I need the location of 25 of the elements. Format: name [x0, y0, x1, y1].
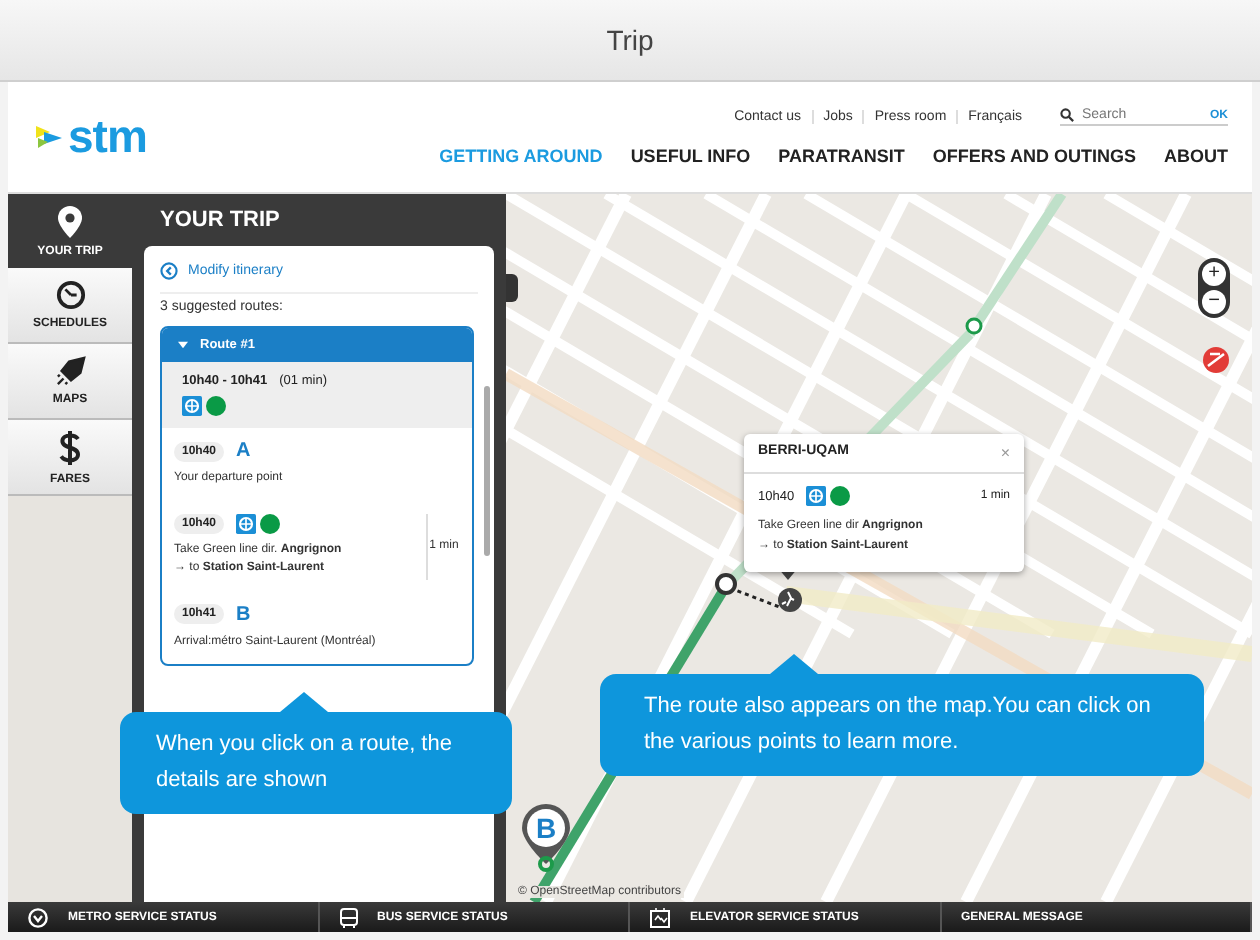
collapse-handle[interactable]: [506, 274, 518, 302]
tip-callout: The route also appears on the map.You can click on the various points to learn more.: [600, 654, 1204, 777]
bus-icon: [339, 907, 357, 927]
location-pin-icon: [58, 205, 82, 237]
nav-tab[interactable]: PARATRANSIT: [778, 146, 905, 166]
station-marker[interactable]: [965, 317, 983, 335]
zoom-out-button[interactable]: −: [1202, 290, 1226, 314]
rocket-icon: [55, 356, 85, 386]
back-arrow-icon: [160, 262, 178, 280]
scrollbar[interactable]: [484, 386, 490, 556]
dollar-icon: [58, 429, 82, 465]
stop-letter: B: [236, 603, 251, 626]
panel-title: YOUR TRIP: [158, 206, 282, 236]
logo-text: stm: [68, 110, 147, 164]
nav-tab[interactable]: USEFUL INFO: [630, 146, 751, 166]
clock-icon: [55, 280, 85, 310]
stop-marker[interactable]: [715, 573, 737, 595]
window-title: Trip: [606, 24, 654, 56]
search-icon: [1060, 108, 1074, 122]
stop-letter: A: [236, 440, 251, 462]
zoom-in-button[interactable]: +: [1202, 262, 1226, 286]
logo-arrows-icon: [36, 125, 64, 149]
nav-tab[interactable]: OFFERS AND OUTINGS: [932, 146, 1136, 166]
nav-tab[interactable]: ABOUT: [1164, 146, 1228, 166]
tip-callout: When you click on a route, the details are shown: [120, 692, 512, 815]
